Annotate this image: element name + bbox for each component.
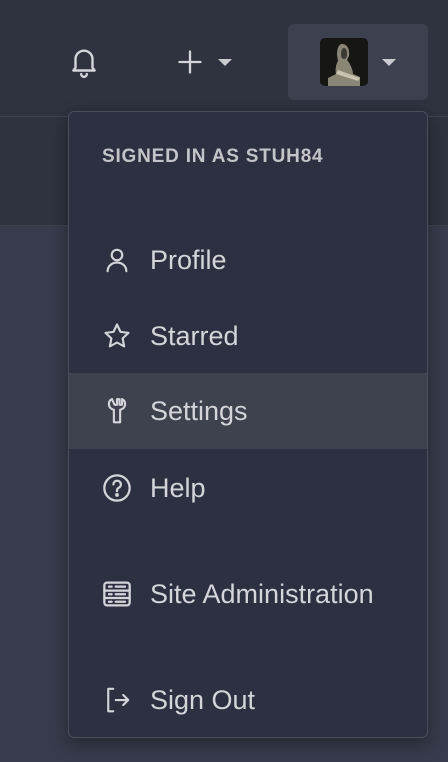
menu-item-label: Settings: [150, 395, 248, 426]
notifications-button[interactable]: [62, 40, 106, 84]
user-menu-button[interactable]: [288, 24, 428, 100]
menu-item-label: Starred: [150, 320, 239, 351]
person-icon: [100, 243, 134, 277]
user-dropdown-menu: SIGNED IN AS STUH84 Profile Starred Sett…: [68, 111, 428, 738]
chevron-down-icon: [218, 58, 232, 66]
menu-item-sign-out[interactable]: Sign Out: [69, 662, 427, 738]
avatar: [320, 38, 368, 86]
menu-item-label: Profile: [150, 244, 227, 275]
server-icon: [100, 577, 134, 611]
menu-item-label: Help: [150, 472, 206, 503]
top-navbar: [0, 0, 448, 117]
menu-item-profile[interactable]: Profile: [69, 222, 427, 298]
signed-in-header: SIGNED IN AS STUH84: [102, 146, 324, 167]
sign-out-icon: [100, 683, 134, 717]
menu-item-label: Sign Out: [150, 684, 256, 715]
bell-icon: [72, 49, 96, 79]
menu-item-site-administration[interactable]: Site Administration: [69, 556, 427, 632]
menu-item-settings[interactable]: Settings: [69, 373, 427, 449]
menu-item-help[interactable]: Help: [69, 450, 427, 526]
chevron-down-icon: [382, 58, 396, 66]
question-circle-icon: [100, 471, 134, 505]
wrench-icon: [100, 394, 134, 428]
star-icon: [100, 319, 134, 353]
menu-item-starred[interactable]: Starred: [69, 298, 427, 374]
create-new-button[interactable]: [168, 40, 240, 84]
plus-icon: [178, 50, 202, 74]
menu-item-label: Site Administration: [150, 578, 374, 609]
